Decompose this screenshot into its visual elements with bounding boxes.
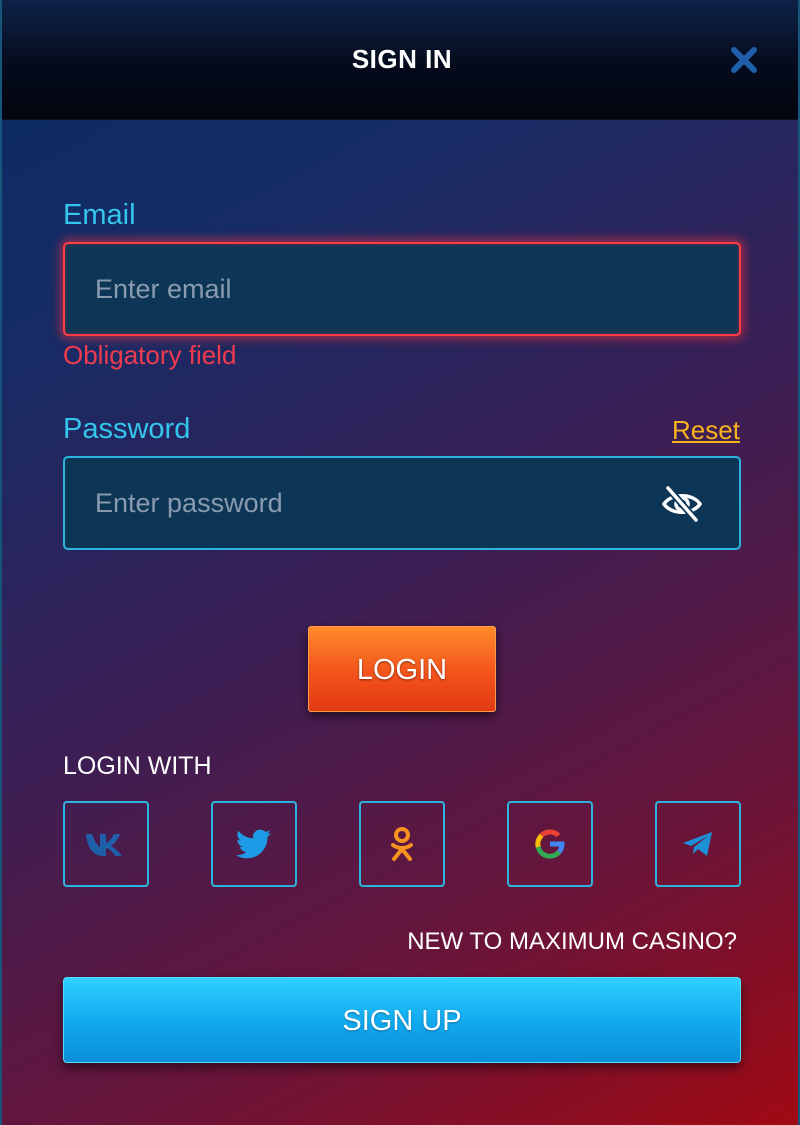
email-label: Email (63, 199, 136, 231)
email-input[interactable] (95, 244, 655, 334)
login-button[interactable]: LOGIN (308, 626, 496, 712)
eye-slash-icon (661, 484, 703, 524)
sign-in-modal: SIGN IN Email Obligatory field Password … (0, 0, 800, 1125)
telegram-login-button[interactable] (655, 801, 741, 887)
vk-icon (86, 834, 122, 856)
email-error-message: Obligatory field (63, 340, 237, 370)
modal-header: SIGN IN (2, 0, 798, 120)
close-icon (731, 47, 757, 73)
google-icon (535, 829, 565, 859)
password-input[interactable] (95, 458, 655, 548)
login-with-heading: LOGIN WITH (63, 752, 212, 780)
reset-password-link[interactable]: Reset (672, 415, 740, 446)
new-user-prompt: NEW TO MAXIMUM CASINO? (407, 928, 737, 955)
password-label: Password (63, 413, 191, 445)
password-visibility-toggle[interactable] (661, 484, 703, 524)
close-button[interactable] (726, 42, 762, 78)
sign-up-button[interactable]: SIGN UP (63, 977, 741, 1063)
odnoklassniki-login-button[interactable] (359, 801, 445, 887)
twitter-icon (236, 829, 271, 859)
twitter-login-button[interactable] (211, 801, 297, 887)
modal-title: SIGN IN (351, 44, 453, 74)
telegram-icon (683, 832, 712, 856)
google-login-button[interactable] (507, 801, 593, 887)
odnoklassniki-icon (391, 827, 413, 861)
email-field-box (63, 242, 741, 336)
vk-login-button[interactable] (63, 801, 149, 887)
password-field-box (63, 456, 741, 550)
